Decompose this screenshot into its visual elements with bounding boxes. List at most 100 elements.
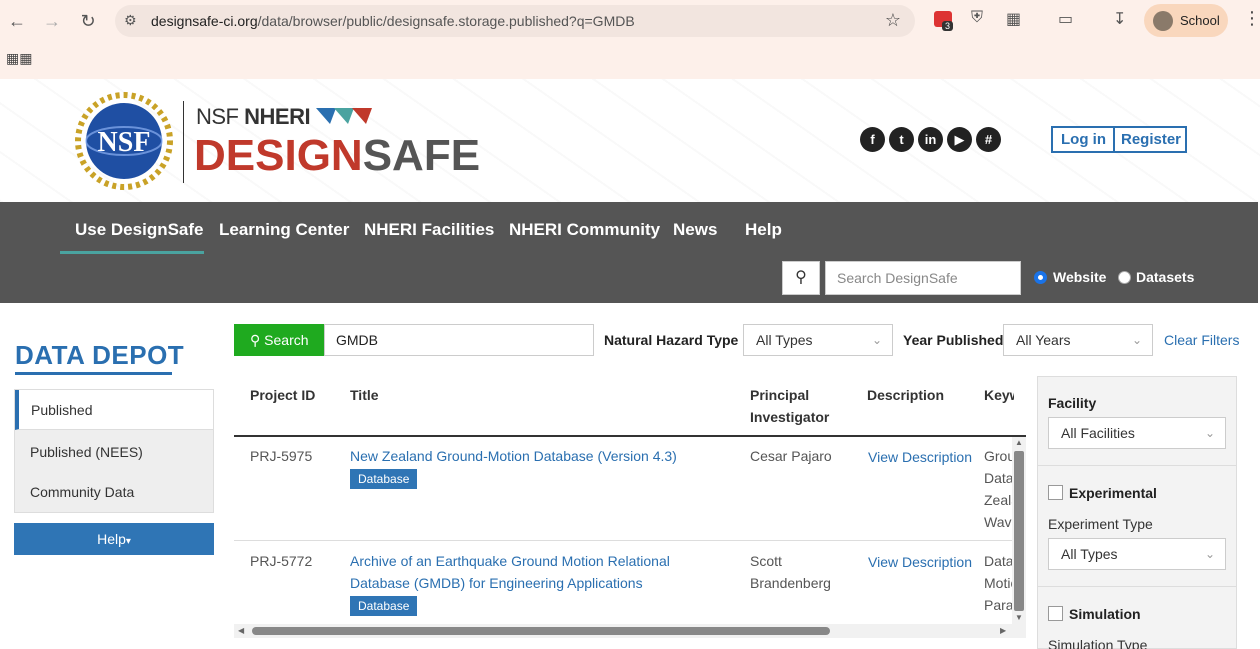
- datasets-radio-label[interactable]: Datasets: [1136, 269, 1194, 285]
- address-bar[interactable]: ⚙ designsafe-ci.org/data/browser/public/…: [115, 5, 915, 37]
- chevron-down-icon: ⌄: [1204, 547, 1215, 561]
- site-search-input[interactable]: Search DesignSafe: [825, 261, 1021, 295]
- twitter-icon[interactable]: t: [889, 127, 914, 152]
- results-table: Project ID Title Principal Investigator D…: [234, 376, 1026, 638]
- row1-type-badge: Database: [350, 469, 418, 489]
- simulation-label[interactable]: Simulation: [1069, 606, 1141, 622]
- site-header: NSF NSF NHERI DESIGNSAFE f t in ▶ # Log …: [0, 79, 1260, 202]
- hazard-type-label: Natural Hazard Type: [604, 332, 739, 348]
- col-keywords[interactable]: Keywords: [984, 384, 1014, 406]
- scroll-up-icon[interactable]: ▲: [1015, 438, 1023, 447]
- site-search-button[interactable]: ⚲: [782, 261, 820, 295]
- nav-nheri-facilities[interactable]: NHERI Facilities: [364, 220, 494, 240]
- row2-type-badge: Database: [350, 596, 418, 616]
- sidebar-item-published[interactable]: Published: [15, 390, 213, 430]
- row1-title-link[interactable]: New Zealand Ground-Motion Database (Vers…: [350, 445, 677, 467]
- experimental-label[interactable]: Experimental: [1069, 485, 1157, 501]
- website-radio-label[interactable]: Website: [1053, 269, 1106, 285]
- data-depot-title: DATA DEPOT: [15, 340, 185, 370]
- menu-kebab-icon[interactable]: ⋮: [1243, 8, 1260, 29]
- auth-box: Log in Register: [1051, 126, 1187, 153]
- experimental-checkbox[interactable]: [1048, 485, 1063, 500]
- scroll-right-icon[interactable]: ▶: [1000, 626, 1006, 635]
- row2-project-id: PRJ-5772: [250, 553, 313, 569]
- website-radio[interactable]: [1034, 271, 1047, 284]
- facility-label: Facility: [1048, 395, 1097, 411]
- experiment-type-select[interactable]: All Types ⌄: [1048, 538, 1226, 570]
- profile-button[interactable]: School: [1144, 4, 1228, 37]
- caret-down-icon: ▾: [125, 536, 131, 547]
- horizontal-scroll-thumb[interactable]: [252, 627, 830, 635]
- row2-title-link[interactable]: Archive of an Earthquake Ground Motion R…: [350, 550, 670, 594]
- year-published-label: Year Published: [903, 332, 1004, 348]
- bookmark-star-icon[interactable]: ☆: [885, 10, 901, 31]
- nav-learning-center[interactable]: Learning Center: [219, 220, 349, 240]
- col-description[interactable]: Description: [867, 384, 944, 406]
- help-dropdown-button[interactable]: Help▾: [14, 523, 214, 555]
- nav-help[interactable]: Help: [745, 220, 782, 240]
- vertical-scroll-thumb[interactable]: [1014, 451, 1024, 611]
- auth-divider: [1113, 128, 1115, 151]
- url-text: designsafe-ci.org/data/browser/public/de…: [151, 13, 635, 29]
- row2-view-description[interactable]: View Description: [868, 551, 972, 573]
- linkedin-icon[interactable]: in: [918, 127, 943, 152]
- reload-icon[interactable]: ↻: [75, 8, 101, 34]
- shield-extension-icon[interactable]: ⛨: [971, 9, 983, 27]
- row1-keywords: GroundDatabaZealandWave: [984, 448, 1012, 530]
- back-icon[interactable]: ←: [4, 8, 30, 34]
- chevron-down-icon: ⌄: [1204, 426, 1215, 440]
- nheri-wave-icon: [315, 108, 372, 124]
- nsf-text: NSF: [98, 127, 151, 158]
- site-info-icon[interactable]: ⚙: [124, 12, 137, 29]
- col-title[interactable]: Title: [350, 384, 379, 406]
- experiment-type-label: Experiment Type: [1048, 516, 1153, 532]
- year-published-select[interactable]: All Years ⌄: [1003, 324, 1153, 356]
- youtube-icon[interactable]: ▶: [947, 127, 972, 152]
- hazard-type-select[interactable]: All Types ⌄: [743, 324, 893, 356]
- nav-news[interactable]: News: [673, 220, 717, 240]
- sidebar-item-community-data[interactable]: Community Data: [15, 472, 213, 512]
- row-divider: [234, 540, 1026, 541]
- row1-pi: Cesar Pajaro: [750, 448, 832, 464]
- depot-nav-list: Published Published (NEES) Community Dat…: [14, 389, 214, 513]
- puzzle-extensions-icon[interactable]: ▦: [1006, 9, 1021, 29]
- nsf-logo[interactable]: NSF: [74, 91, 174, 191]
- nav-nheri-community[interactable]: NHERI Community: [509, 220, 660, 240]
- row2-pi: Scott Brandenberg: [750, 553, 831, 591]
- download-icon[interactable]: ↧: [1113, 9, 1126, 29]
- simulation-checkbox[interactable]: [1048, 606, 1063, 621]
- facet-divider: [1038, 586, 1236, 587]
- facebook-icon[interactable]: f: [860, 127, 885, 152]
- simulation-type-label: Simulation Type: [1048, 637, 1148, 649]
- brand-designsafe[interactable]: DESIGNSAFE: [194, 131, 480, 181]
- brand-nsf-nheri: NSF NHERI: [196, 104, 372, 130]
- login-link[interactable]: Log in: [1061, 131, 1106, 148]
- scroll-left-icon[interactable]: ◀: [238, 626, 244, 635]
- col-pi[interactable]: Principal Investigator: [750, 384, 829, 428]
- search-icon: ⚲: [250, 332, 261, 348]
- col-project-id[interactable]: Project ID: [250, 384, 315, 406]
- main-nav: Use DesignSafe Learning Center NHERI Fac…: [0, 202, 1258, 303]
- row1-view-description[interactable]: View Description: [868, 446, 972, 468]
- avatar: [1153, 11, 1173, 31]
- profile-label: School: [1180, 13, 1220, 28]
- datasets-radio[interactable]: [1118, 271, 1131, 284]
- tab-search-icon[interactable]: ▭: [1058, 9, 1073, 29]
- search-icon: ⚲: [795, 269, 807, 286]
- table-horizontal-scrollbar[interactable]: ◀ ▶: [234, 624, 1026, 638]
- search-button[interactable]: ⚲ Search: [234, 324, 324, 356]
- extension-badge: 3: [942, 21, 954, 31]
- nav-use-designsafe[interactable]: Use DesignSafe: [75, 220, 204, 240]
- sidebar-item-published-nees[interactable]: Published (NEES): [15, 432, 213, 472]
- data-depot-rule: [15, 372, 172, 375]
- table-vertical-scrollbar[interactable]: ▲ ▼: [1012, 437, 1026, 625]
- query-input[interactable]: GMDB: [324, 324, 594, 356]
- facet-panel: Facility All Facilities ⌄ Experimental Ex…: [1037, 376, 1237, 649]
- register-link[interactable]: Register: [1121, 131, 1181, 148]
- scroll-down-icon[interactable]: ▼: [1015, 613, 1023, 622]
- apps-grid-icon[interactable]: ▦▦: [6, 50, 32, 67]
- clear-filters-link[interactable]: Clear Filters: [1164, 332, 1239, 348]
- facility-select[interactable]: All Facilities ⌄: [1048, 417, 1226, 449]
- forward-icon[interactable]: →: [39, 8, 65, 34]
- slack-icon[interactable]: #: [976, 127, 1001, 152]
